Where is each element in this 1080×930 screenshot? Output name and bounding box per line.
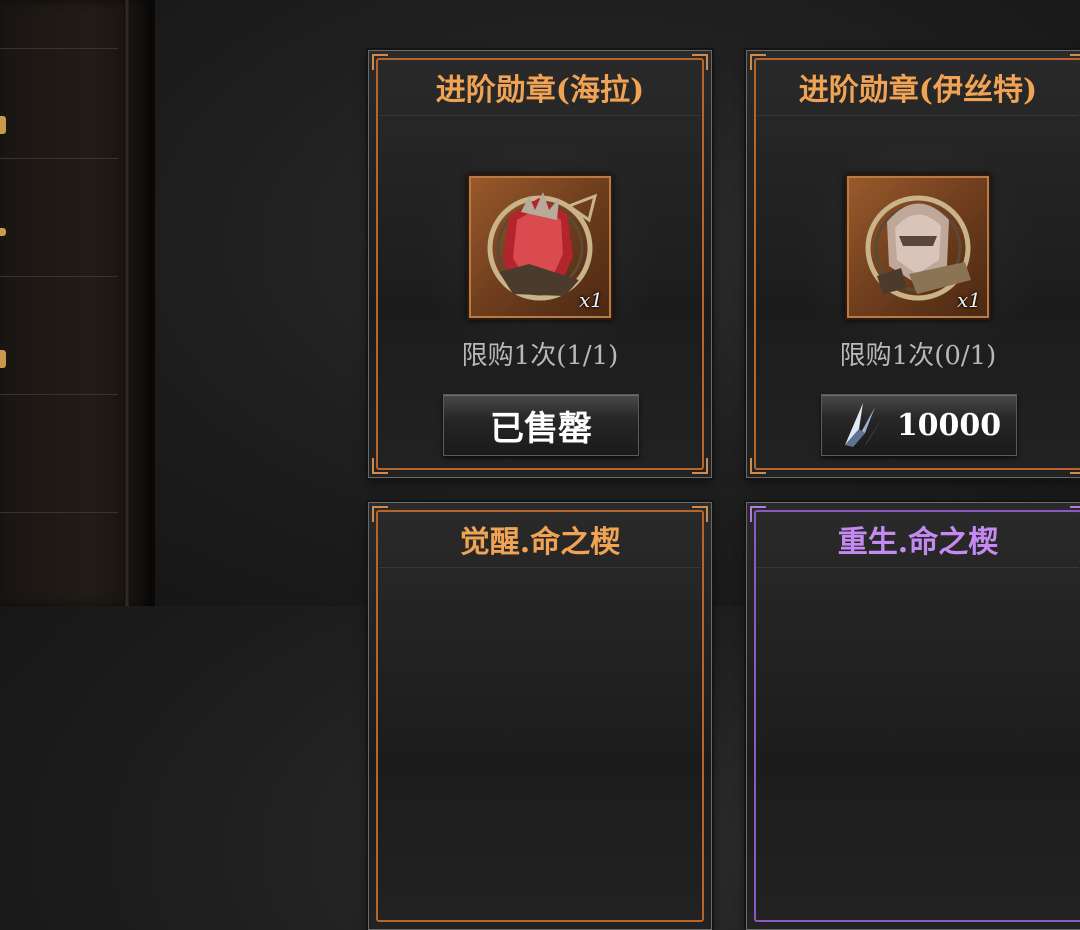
item-title: 进阶勋章(海拉)	[379, 67, 701, 116]
sidebar-tab-marker[interactable]	[0, 116, 6, 134]
purchase-limit-text: 限购1次(0/1)	[839, 341, 997, 371]
sidebar-divider	[0, 158, 118, 159]
shop-item-card[interactable]: 觉醒.命之楔	[368, 502, 712, 930]
sidebar-divider	[0, 276, 118, 277]
sold-out-label: 已售罄	[490, 408, 592, 449]
sold-out-button: 已售罄	[443, 394, 639, 456]
item-title: 觉醒.命之楔	[379, 519, 701, 568]
price-amount: 10000	[896, 407, 1002, 443]
shop-item-card[interactable]: 进阶勋章(伊丝特) x1 限购1次(0/1) 10000	[746, 50, 1080, 478]
sidebar-divider	[0, 48, 118, 49]
item-quantity: x1	[578, 288, 603, 312]
frame-corner-ornament	[1070, 458, 1080, 474]
card-frame	[376, 510, 704, 922]
sidebar-seam	[124, 0, 130, 606]
shop-category-sidebar	[0, 0, 155, 606]
crystal-icon	[844, 403, 883, 449]
frame-corner-ornament	[750, 458, 766, 474]
shop-item-card[interactable]: 重生.命之楔	[746, 502, 1080, 930]
sidebar-tab-marker[interactable]	[0, 350, 6, 368]
sidebar-divider	[0, 394, 118, 395]
purchase-limit-text: 限购1次(1/1)	[461, 341, 619, 371]
item-icon-slot[interactable]: x1	[845, 174, 991, 320]
sidebar-tab-marker[interactable]	[0, 228, 6, 236]
item-quantity: x1	[956, 288, 981, 312]
frame-corner-ornament	[372, 458, 388, 474]
buy-button[interactable]: 10000	[821, 394, 1017, 456]
item-icon-slot[interactable]: x1	[467, 174, 613, 320]
shop-item-card[interactable]: 进阶勋章(海拉) x1 限购1次(1/1) 已售罄	[368, 50, 712, 478]
frame-corner-ornament	[692, 458, 708, 474]
card-frame	[754, 510, 1080, 922]
item-title: 进阶勋章(伊丝特)	[757, 67, 1079, 116]
sidebar-divider	[0, 512, 118, 513]
item-title: 重生.命之楔	[757, 519, 1079, 568]
